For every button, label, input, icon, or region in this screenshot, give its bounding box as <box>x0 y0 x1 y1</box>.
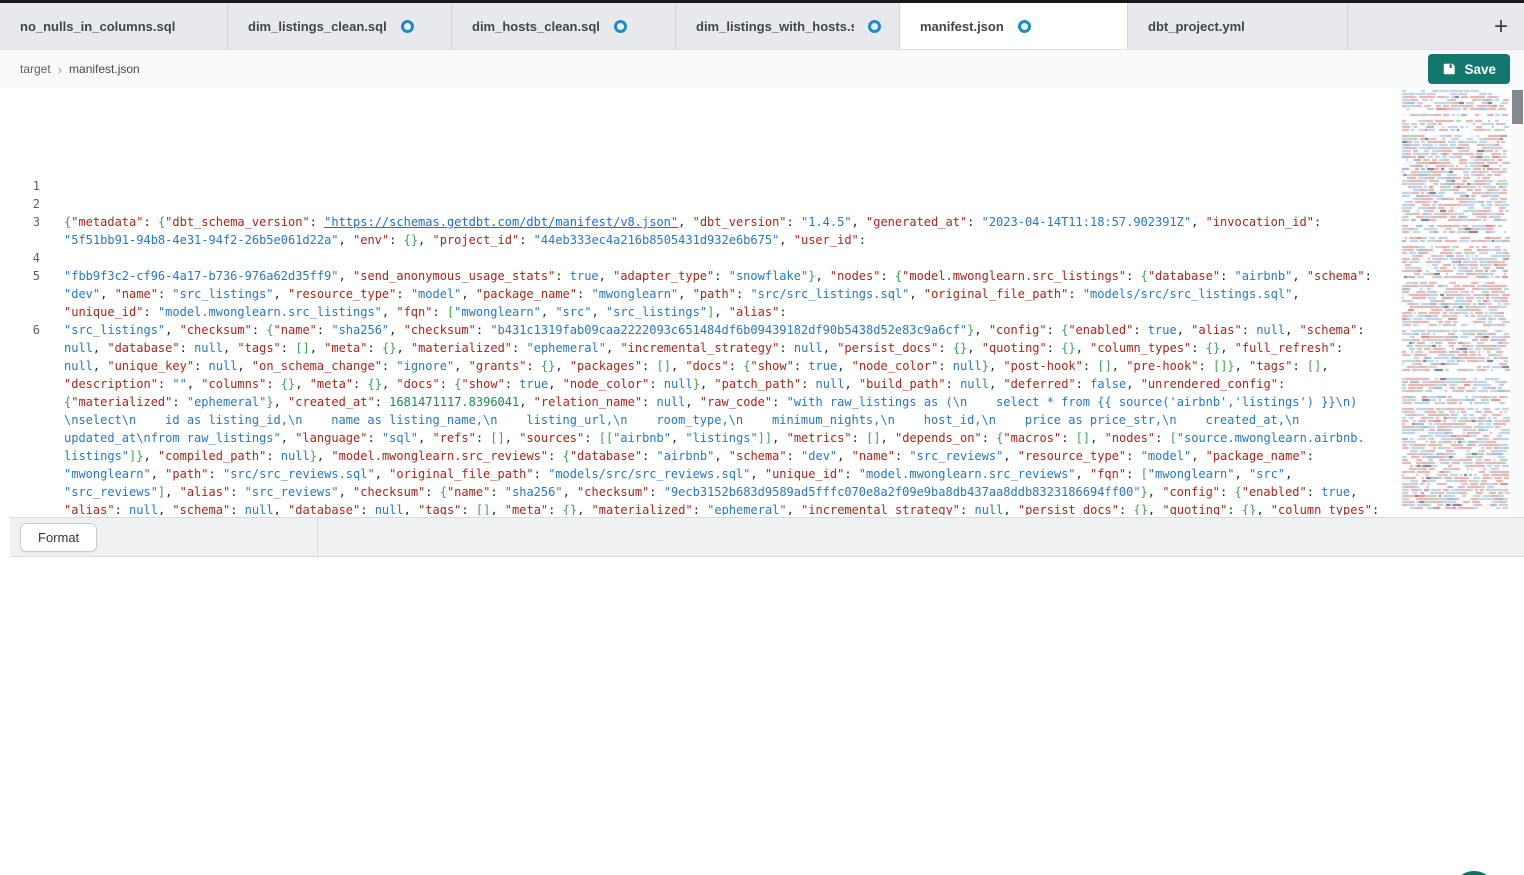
code-row[interactable]: listings"]}, "compiled_path": null}, "mo… <box>64 447 1400 465</box>
tab-label: no_nulls_in_columns.sql <box>20 19 175 34</box>
tab-dim-listings-with-hosts-sql[interactable]: dim_listings_with_hosts.sql <box>676 3 900 49</box>
line-number: 2 <box>10 195 40 213</box>
tab-no-nulls-in-columns-sql[interactable]: no_nulls_in_columns.sql <box>0 3 228 49</box>
unsaved-changes-dot-icon[interactable] <box>868 20 881 33</box>
tab-label: dbt_project.yml <box>1148 19 1245 34</box>
dbt-ide-window: { "tabs": { "items": [ {"label": "no_nul… <box>0 0 1524 875</box>
save-icon <box>1442 62 1456 76</box>
code-row[interactable]: {"metadata": {"dbt_schema_version": "htt… <box>64 213 1400 231</box>
tab-manifest-json[interactable]: manifest.json <box>900 3 1128 49</box>
code-row[interactable]: null, "database": null, "tags": [], "met… <box>64 339 1400 357</box>
code-row[interactable] <box>64 195 1400 213</box>
tab-dim-hosts-clean-sql[interactable]: dim_hosts_clean.sql <box>452 3 676 49</box>
chevron-right-icon: › <box>58 62 62 77</box>
unsaved-changes-dot-icon[interactable] <box>401 20 414 33</box>
breadcrumb-bar: target › manifest.json <box>0 50 1524 88</box>
new-tab-button[interactable]: + <box>1484 3 1518 50</box>
tab-label: dim_listings_with_hosts.sql <box>696 19 854 34</box>
minimap[interactable] <box>1400 88 1510 510</box>
line-number: 1 <box>10 177 40 195</box>
code-row[interactable]: "alias": null, "schema": null, "database… <box>64 501 1400 515</box>
line-number: 5 <box>10 267 40 285</box>
line-number: 4 <box>10 249 40 267</box>
tab-label: dim_hosts_clean.sql <box>472 19 600 34</box>
format-strip: Format <box>10 517 1524 557</box>
code-editor[interactable]: 123 45 6 {"metadata": {"dbt_schema_version… <box>0 88 1400 515</box>
code-row[interactable]: "description": "", "columns": {}, "meta"… <box>64 375 1400 393</box>
unsaved-changes-dot-icon[interactable] <box>1018 20 1031 33</box>
help-fab-button[interactable] <box>1452 871 1496 875</box>
code-row[interactable]: null, "unique_key": null, "on_schema_cha… <box>64 357 1400 375</box>
code-row[interactable]: "fbb9f3c2-cf96-4a17-b736-976a62d35ff9", … <box>64 267 1400 285</box>
breadcrumb-file[interactable]: manifest.json <box>69 62 140 76</box>
save-button-label: Save <box>1464 62 1496 77</box>
line-number-gutter: 123 45 6 <box>10 88 40 515</box>
code-row[interactable]: "dev", "name": "src_listings", "resource… <box>64 285 1400 303</box>
tab-dbt-project-yml[interactable]: dbt_project.yml <box>1128 3 1348 49</box>
strip-divider <box>317 518 318 556</box>
save-button[interactable]: Save <box>1428 54 1510 84</box>
code-row[interactable]: "src_listings", "checksum": {"name": "sh… <box>64 321 1400 339</box>
code-row[interactable]: {"materialized": "ephemeral"}, "created_… <box>64 393 1400 411</box>
tab-dim-listings-clean-sql[interactable]: dim_listings_clean.sql <box>228 3 452 49</box>
code-row[interactable]: \nselect\n id as listing_id,\n name as l… <box>64 411 1400 429</box>
vertical-scrollbar[interactable] <box>1511 88 1524 515</box>
unsaved-changes-dot-icon[interactable] <box>614 20 627 33</box>
code-row[interactable]: "5f51bb91-94b8-4e31-94f2-26b5e061d22a", … <box>64 231 1400 249</box>
tab-label: dim_listings_clean.sql <box>248 19 387 34</box>
format-button[interactable]: Format <box>20 523 97 552</box>
code-row[interactable]: "src_reviews"], "alias": "src_reviews", … <box>64 483 1400 501</box>
breadcrumb-folder[interactable]: target <box>20 62 51 76</box>
tab-label: manifest.json <box>920 19 1004 34</box>
scrollbar-thumb[interactable] <box>1512 90 1523 124</box>
line-number: 3 <box>10 213 40 231</box>
code-row[interactable] <box>64 249 1400 267</box>
code-row[interactable]: "mwonglearn", "path": "src/src_reviews.s… <box>64 465 1400 483</box>
editor-tab-bar: no_nulls_in_columns.sql dim_listings_clea… <box>0 3 1524 50</box>
breadcrumb: target › manifest.json <box>20 50 140 88</box>
code-row[interactable]: updated_at\nfrom raw_listings", "languag… <box>64 429 1400 447</box>
code-row[interactable]: "unique_id": "model.mwonglearn.src_listi… <box>64 303 1400 321</box>
line-number: 6 <box>10 321 40 339</box>
code-row[interactable] <box>64 177 1400 195</box>
